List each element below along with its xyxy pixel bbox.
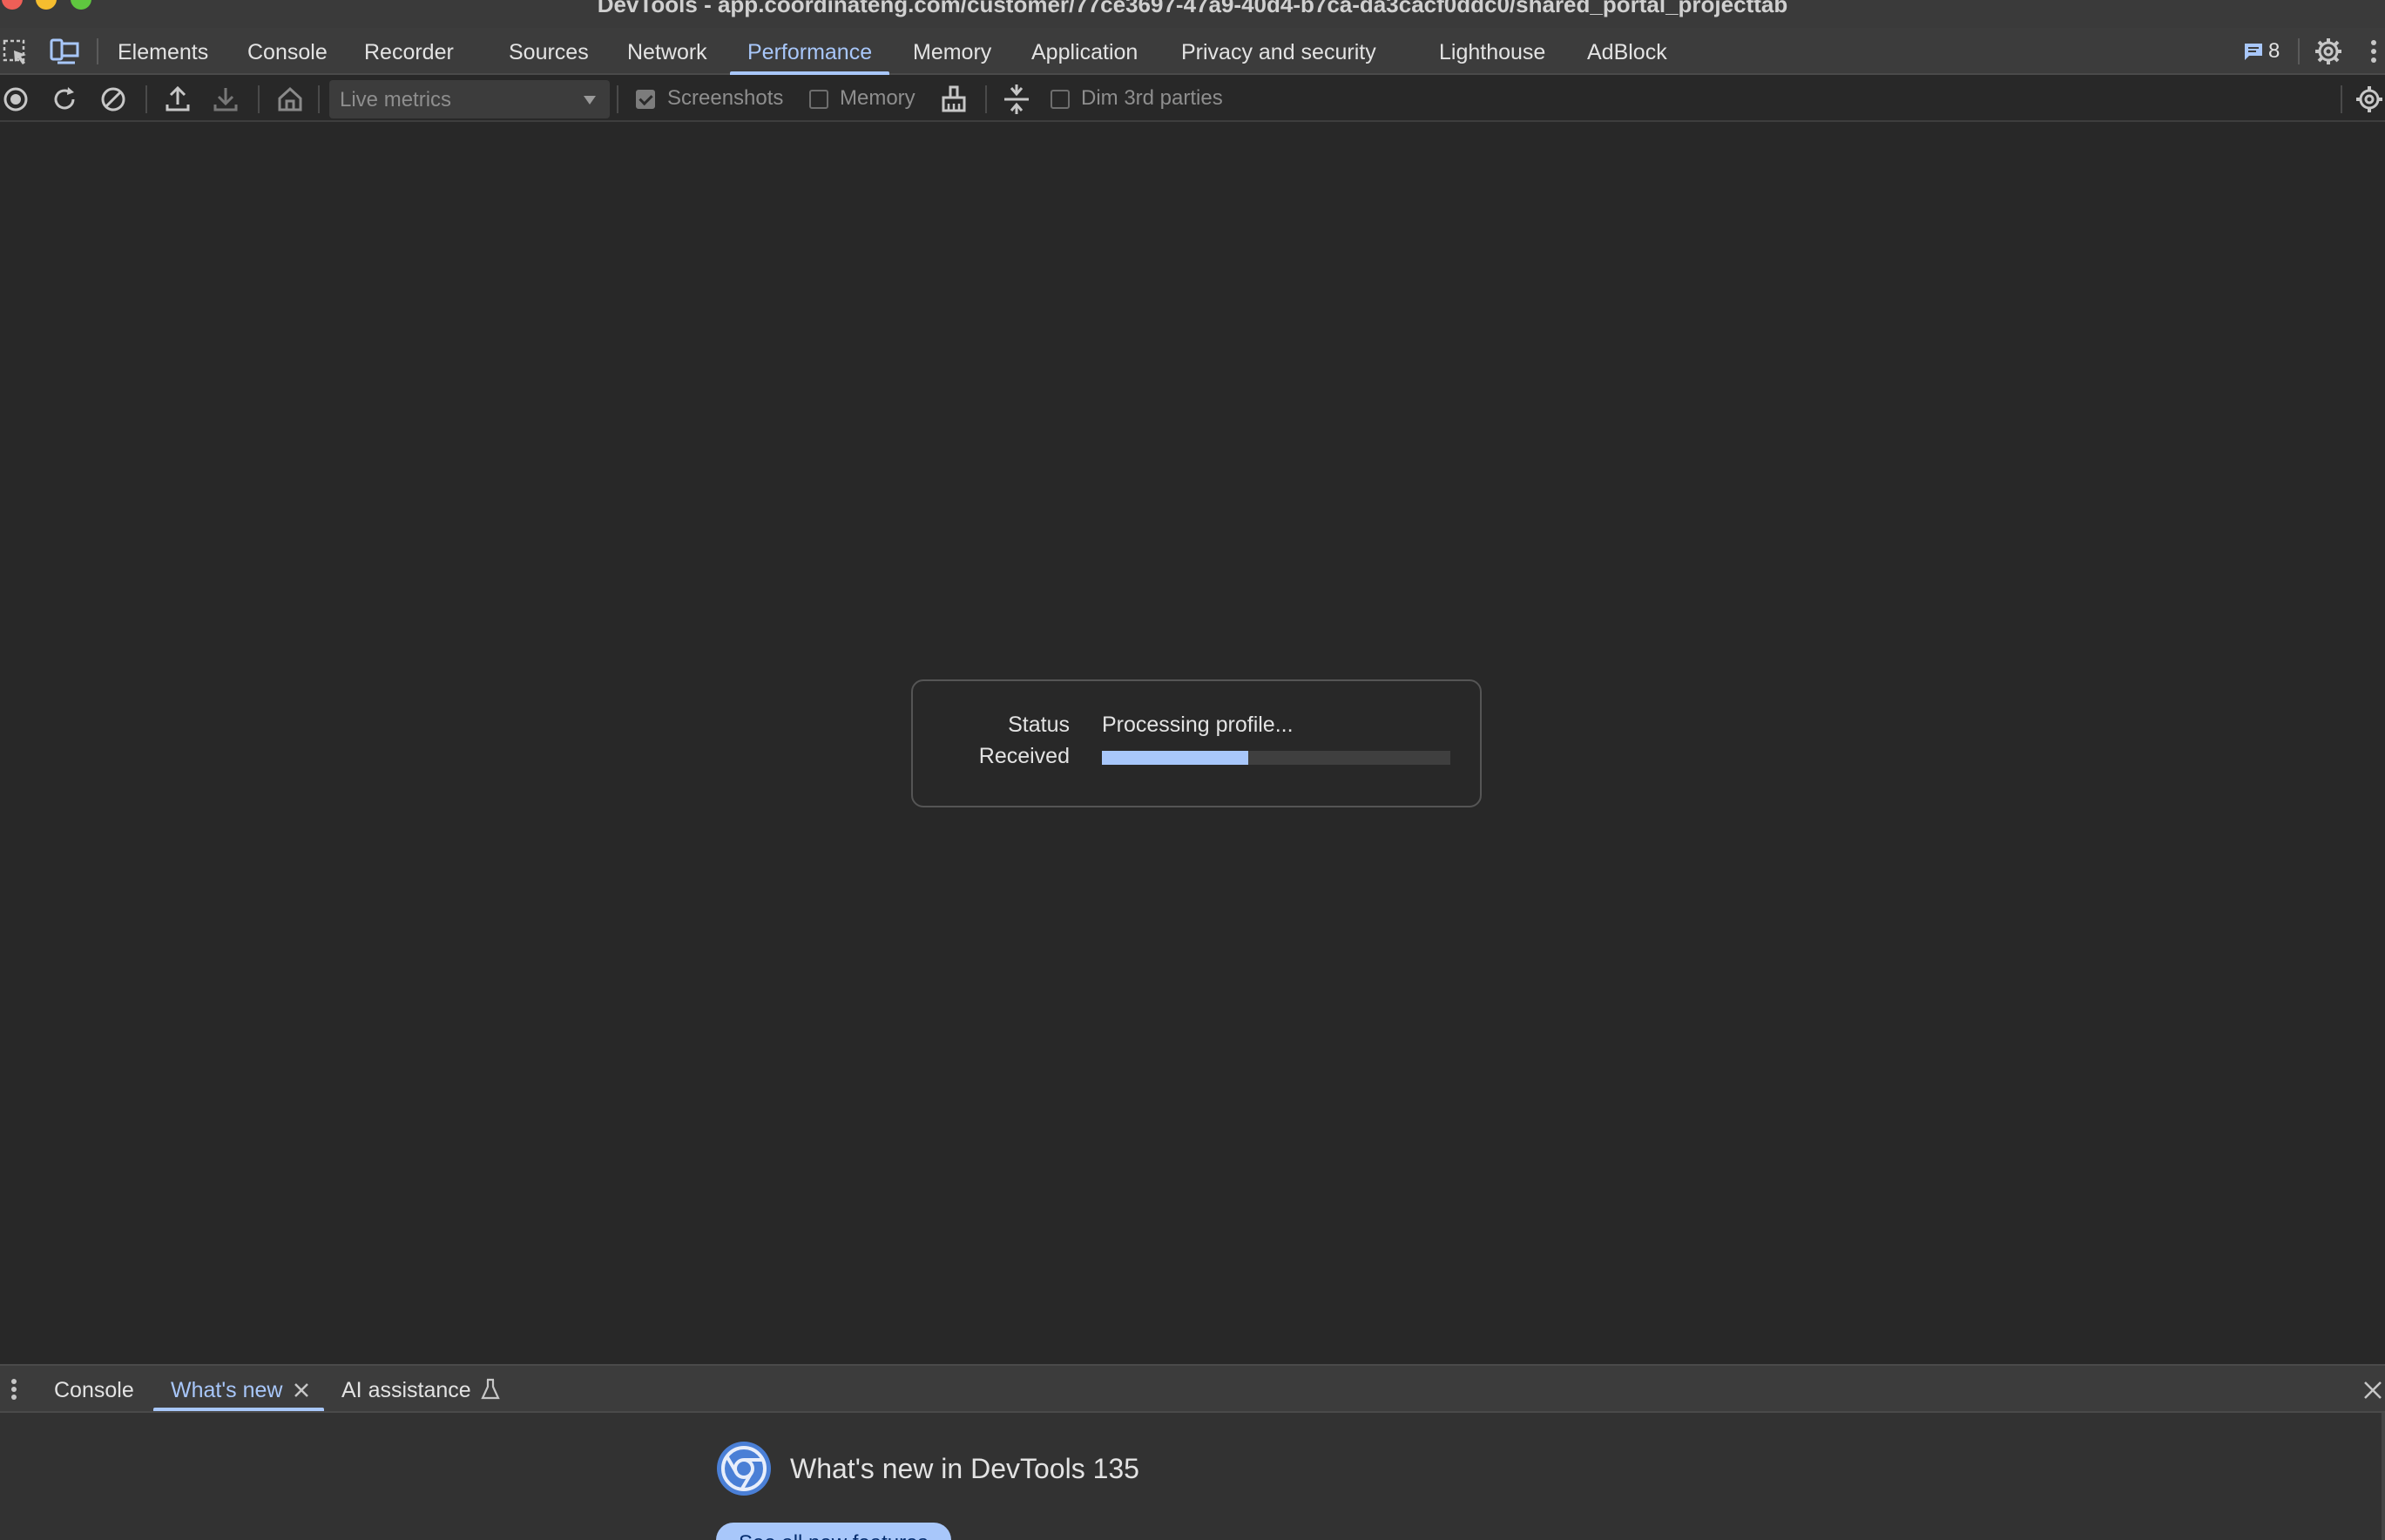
toolbar-separator: [318, 85, 320, 113]
chrome-logo-icon: [717, 1442, 771, 1496]
issues-counter[interactable]: 8: [2242, 37, 2280, 66]
drawer-tab-strip: Console What's new AI assistance: [0, 1364, 2385, 1413]
upload-icon[interactable]: [162, 84, 193, 115]
record-icon[interactable]: [0, 84, 31, 115]
tab-sources[interactable]: Sources: [509, 28, 589, 73]
garbage-collect-broom-icon[interactable]: [938, 84, 970, 115]
tab-lighthouse[interactable]: Lighthouse: [1439, 28, 1545, 73]
toolbar-separator: [258, 85, 260, 113]
dim-3rd-parties-label: Dim 3rd parties: [1081, 86, 1223, 110]
close-drawer-icon[interactable]: [2362, 1380, 2383, 1401]
drawer-tab-console[interactable]: Console: [54, 1366, 134, 1411]
memory-checkbox[interactable]: [809, 90, 828, 109]
recording-select-value: Live metrics: [340, 88, 452, 111]
message-icon: [2245, 44, 2262, 60]
whats-new-title: What's new in DevTools 135: [790, 1453, 1139, 1484]
tab-recorder[interactable]: Recorder: [364, 28, 454, 73]
status-dialog: Status Processing profile... Received: [911, 679, 1482, 807]
tab-application[interactable]: Application: [1031, 28, 1138, 73]
tab-console[interactable]: Console: [247, 28, 328, 73]
download-icon[interactable]: [210, 84, 241, 115]
experiment-flask-icon: [481, 1378, 500, 1400]
drawer-tab-whats-new[interactable]: What's new: [171, 1366, 282, 1411]
home-icon[interactable]: [274, 84, 306, 115]
toolbar-separator: [617, 85, 618, 113]
see-all-features-button[interactable]: See all new features: [716, 1523, 951, 1540]
tab-elements[interactable]: Elements: [118, 28, 208, 73]
toolbar-separator: [985, 85, 987, 113]
inspect-element-icon[interactable]: [2, 38, 30, 66]
collapse-tracks-icon[interactable]: [1001, 84, 1032, 115]
received-progress-fill: [1102, 751, 1248, 765]
chevron-down-icon: [584, 96, 596, 105]
recording-select[interactable]: Live metrics: [329, 80, 610, 118]
tab-network[interactable]: Network: [627, 28, 707, 73]
title-bar: DevTools - app.coordinateng.com/customer…: [0, 0, 2385, 28]
devtools-window: DevTools - app.coordinateng.com/customer…: [0, 0, 2385, 1540]
tab-privacy-and-security[interactable]: Privacy and security: [1181, 28, 1376, 73]
window-title: DevTools - app.coordinateng.com/customer…: [597, 0, 1788, 17]
clear-icon[interactable]: [98, 84, 129, 115]
active-tab-indicator: [153, 1408, 324, 1411]
performance-toolbar: Live metrics Screenshots Memory Dim 3rd …: [0, 77, 2385, 122]
status-value: Processing profile...: [1102, 713, 1294, 737]
drawer-tab-ai-assistance[interactable]: AI assistance: [341, 1366, 471, 1411]
tab-separator: [97, 38, 98, 64]
toolbar-separator: [2341, 85, 2342, 113]
tab-adblock[interactable]: AdBlock: [1587, 28, 1667, 73]
dim-3rd-parties-checkbox[interactable]: [1051, 90, 1070, 109]
screenshots-label: Screenshots: [667, 86, 784, 110]
drawer-scrollbar[interactable]: [2382, 1413, 2385, 1540]
capture-settings-gear-icon[interactable]: [2354, 84, 2385, 115]
settings-gear-icon[interactable]: [2314, 37, 2343, 66]
tab-separator: [2298, 38, 2300, 64]
device-toolbar-icon[interactable]: [49, 37, 80, 66]
reload-record-icon[interactable]: [49, 84, 80, 115]
see-all-features-label: See all new features: [739, 1531, 928, 1540]
screenshots-checkbox[interactable]: [636, 90, 655, 109]
toolbar-separator: [145, 85, 147, 113]
more-options-icon[interactable]: [2366, 37, 2382, 66]
close-tab-icon[interactable]: [293, 1381, 310, 1399]
memory-label: Memory: [840, 86, 915, 110]
status-label: Status: [1008, 713, 1070, 737]
received-label: Received: [978, 744, 1070, 768]
main-tab-strip: Elements Console Recorder Sources Networ…: [0, 28, 2385, 75]
issues-count: 8: [2268, 39, 2280, 63]
tab-performance[interactable]: Performance: [729, 28, 890, 75]
whats-new-panel: [0, 1413, 2385, 1540]
tab-memory[interactable]: Memory: [913, 28, 991, 73]
drawer-menu-icon[interactable]: [7, 1376, 21, 1402]
received-progress-bar: [1102, 751, 1450, 765]
